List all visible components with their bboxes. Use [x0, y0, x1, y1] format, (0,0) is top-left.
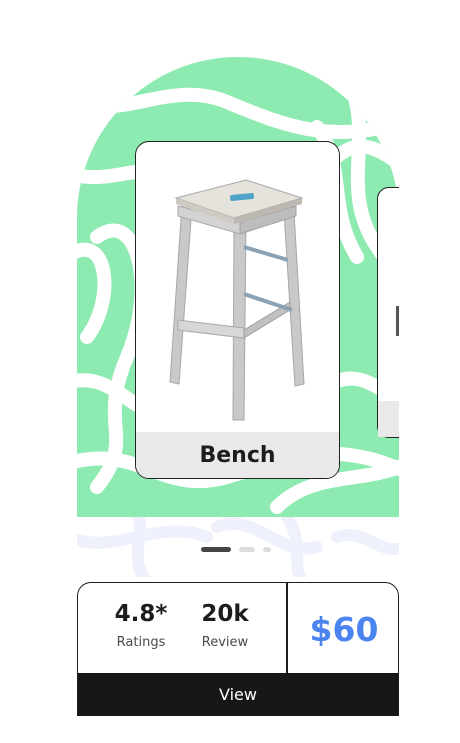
price-box: $60 [288, 583, 398, 675]
review-stat: 20k Review [194, 601, 256, 650]
product-name: Bench [199, 442, 276, 468]
product-image [136, 142, 339, 432]
product-stats: 4.8* Ratings 20k Review [78, 583, 286, 675]
product-price: $60 [309, 609, 379, 649]
rating-value: 4.8* [114, 601, 168, 627]
pagination-dot[interactable] [239, 547, 255, 552]
pagination-dot-active[interactable] [201, 547, 231, 552]
product-screen: Bench 4.8* Ratings 20k Review $60 View [0, 0, 460, 743]
next-card-peek[interactable] [377, 180, 399, 450]
review-label: Review [201, 635, 249, 650]
product-name-bar: Bench [136, 432, 339, 478]
rating-label: Ratings [116, 635, 166, 650]
view-button[interactable]: View [78, 673, 398, 715]
stool-leg-icon [396, 306, 399, 336]
review-count: 20k [201, 601, 249, 627]
pagination-dot[interactable] [263, 547, 271, 552]
carousel-pagination [201, 547, 271, 553]
product-card[interactable]: Bench [135, 141, 340, 479]
rating-stat: 4.8* Ratings [108, 601, 174, 650]
product-info-panel: 4.8* Ratings 20k Review $60 View [77, 582, 399, 716]
